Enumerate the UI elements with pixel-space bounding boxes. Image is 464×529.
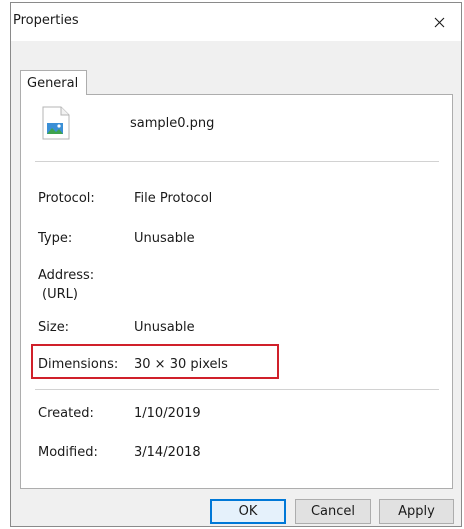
created-value: 1/10/2019: [134, 406, 201, 421]
size-label: Size:: [38, 320, 70, 335]
title-bar: Properties: [11, 3, 461, 41]
protocol-label: Protocol:: [38, 191, 95, 206]
tab-general-label: General: [27, 76, 79, 91]
separator: [35, 389, 439, 390]
protocol-value: File Protocol: [134, 191, 213, 206]
modified-label: Modified:: [38, 445, 98, 460]
dimensions-value: 30 × 30 pixels: [134, 357, 228, 372]
ok-button[interactable]: OK: [210, 499, 286, 524]
file-name: sample0.png: [130, 116, 215, 131]
close-icon: [434, 17, 444, 27]
address-label: Address:: [38, 268, 95, 283]
properties-dialog: Properties General sample0.png Protocol:…: [10, 2, 462, 527]
general-panel: sample0.png Protocol: File Protocol Type…: [20, 94, 453, 489]
address-url-label: (URL): [42, 287, 78, 302]
created-label: Created:: [38, 406, 94, 421]
apply-button[interactable]: Apply: [379, 499, 454, 524]
type-value: Unusable: [134, 231, 195, 246]
modified-value: 3/14/2018: [134, 445, 201, 460]
size-value: Unusable: [134, 320, 195, 335]
image-file-icon: [42, 106, 70, 140]
close-button[interactable]: [417, 3, 461, 41]
dimensions-label: Dimensions:: [38, 357, 119, 372]
cancel-button[interactable]: Cancel: [295, 499, 371, 524]
type-label: Type:: [38, 231, 73, 246]
window-title: Properties: [13, 13, 79, 28]
separator: [35, 161, 439, 162]
tab-general[interactable]: General: [20, 70, 87, 95]
